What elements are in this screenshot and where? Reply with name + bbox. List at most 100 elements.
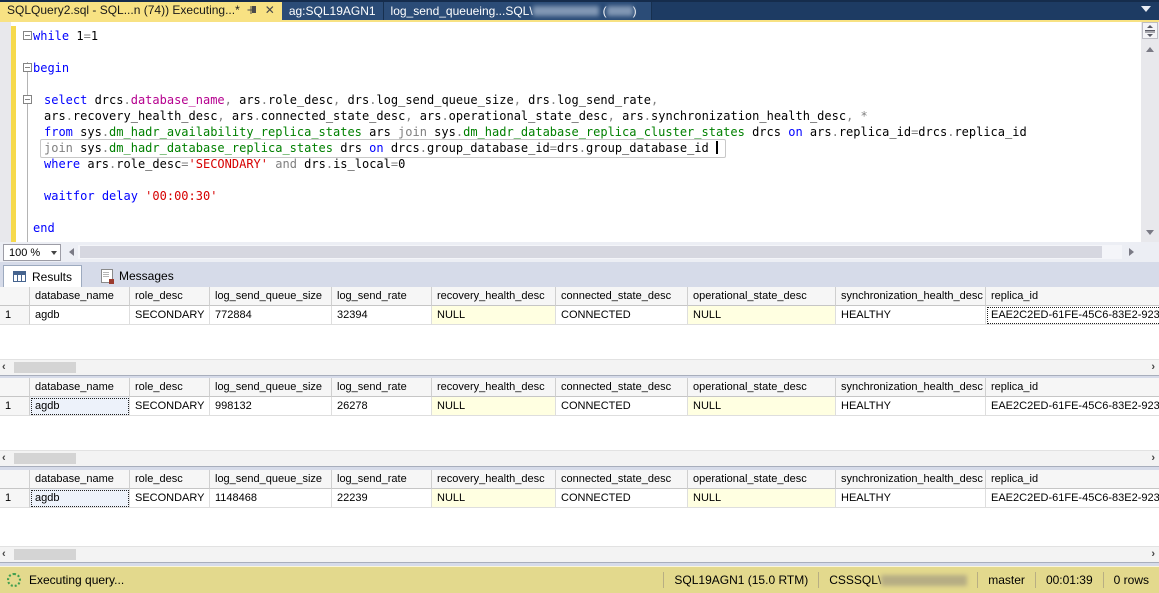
grid-cell-synchronization_health_desc[interactable]: HEALTHY <box>836 397 986 416</box>
column-header-log_send_rate[interactable]: log_send_rate <box>332 378 432 397</box>
grid-cell-replica_id[interactable]: EAE2C2ED-61FE-45C6-83E2-923535A4E34 <box>986 306 1159 325</box>
column-header-log_send_rate[interactable]: log_send_rate <box>332 470 432 489</box>
code-line[interactable]: while 1=1 <box>0 28 1153 44</box>
tab-ag-sql19agn1[interactable]: ag:SQL19AGN1 <box>281 2 384 20</box>
collapse-minus-icon[interactable] <box>23 95 32 104</box>
grid-cell-synchronization_health_desc[interactable]: HEALTHY <box>836 489 986 508</box>
tab-log-send-queueing[interactable]: log_send_queueing...SQL\ ( ) <box>383 2 652 20</box>
grid-cell-database_name[interactable]: agdb <box>30 489 130 508</box>
grid-cell-log_send_rate[interactable]: 32394 <box>332 306 432 325</box>
scroll-left-icon[interactable]: ‹ <box>2 453 6 464</box>
scrollbar-thumb[interactable] <box>80 246 1102 258</box>
row-number-cell[interactable]: 1 <box>0 397 30 416</box>
column-header-operational_state_desc[interactable]: operational_state_desc <box>688 378 836 397</box>
grid-cell-connected_state_desc[interactable]: CONNECTED <box>556 397 688 416</box>
pin-icon[interactable] <box>247 5 258 16</box>
column-header-connected_state_desc[interactable]: connected_state_desc <box>556 378 688 397</box>
grid-cell-log_send_queue_size[interactable]: 998132 <box>210 397 332 416</box>
tab-sqlquery2[interactable]: SQLQuery2.sql - SQL...n (74)) Executing.… <box>0 0 282 20</box>
code-line[interactable]: waitfor delay '00:00:30' <box>0 188 1159 204</box>
zoom-select[interactable]: 100 % <box>3 244 61 261</box>
grid-cell-log_send_queue_size[interactable]: 1148468 <box>210 489 332 508</box>
column-header-log_send_rate[interactable]: log_send_rate <box>332 287 432 306</box>
code-line[interactable] <box>0 76 1153 92</box>
scroll-left-icon[interactable]: ‹ <box>2 549 6 560</box>
column-header-replica_id[interactable]: replica_id <box>986 470 1159 489</box>
scrollbar-thumb[interactable] <box>14 549 76 560</box>
grid-cell-connected_state_desc[interactable]: CONNECTED <box>556 489 688 508</box>
sql-editor[interactable]: while 1=1 begin select drcs.database_name,… <box>0 22 1159 256</box>
code-line[interactable]: select drcs.database_name, ars.role_desc… <box>0 92 1159 108</box>
column-header-log_send_queue_size[interactable]: log_send_queue_size <box>210 378 332 397</box>
code-line[interactable]: end <box>0 220 1153 236</box>
column-header-role_desc[interactable]: role_desc <box>130 378 210 397</box>
grid-horizontal-scrollbar[interactable]: ‹ › <box>0 359 1159 375</box>
code-line[interactable]: ars.recovery_health_desc, ars.connected_… <box>0 108 1159 124</box>
scroll-right-icon[interactable]: › <box>1151 453 1155 464</box>
column-header-connected_state_desc[interactable]: connected_state_desc <box>556 470 688 489</box>
column-header-operational_state_desc[interactable]: operational_state_desc <box>688 470 836 489</box>
row-number-header[interactable] <box>0 470 30 489</box>
column-header-recovery_health_desc[interactable]: recovery_health_desc <box>432 470 556 489</box>
column-header-log_send_queue_size[interactable]: log_send_queue_size <box>210 287 332 306</box>
column-header-database_name[interactable]: database_name <box>30 470 130 489</box>
scroll-right-icon[interactable]: › <box>1151 549 1155 560</box>
row-number-header[interactable] <box>0 378 30 397</box>
column-header-log_send_queue_size[interactable]: log_send_queue_size <box>210 470 332 489</box>
grid-cell-log_send_rate[interactable]: 26278 <box>332 397 432 416</box>
row-number-header[interactable] <box>0 287 30 306</box>
tab-messages[interactable]: Messages <box>92 265 183 287</box>
grid-cell-recovery_health_desc[interactable]: NULL <box>432 397 556 416</box>
grid-cell-role_desc[interactable]: SECONDARY <box>130 489 210 508</box>
code-line[interactable]: begin <box>0 60 1153 76</box>
column-header-recovery_health_desc[interactable]: recovery_health_desc <box>432 378 556 397</box>
collapse-minus-icon[interactable] <box>23 63 32 72</box>
grid-cell-role_desc[interactable]: SECONDARY <box>130 306 210 325</box>
tab-results[interactable]: Results <box>3 265 83 287</box>
code-line[interactable]: from sys.dm_hadr_availability_replica_st… <box>0 124 1159 140</box>
scroll-down-icon[interactable] <box>1141 224 1159 240</box>
column-header-role_desc[interactable]: role_desc <box>130 470 210 489</box>
grid-horizontal-scrollbar[interactable]: ‹ › <box>0 546 1159 562</box>
editor-horizontal-scrollbar[interactable] <box>78 245 1122 259</box>
grid-cell-operational_state_desc[interactable]: NULL <box>688 397 836 416</box>
chevron-down-icon[interactable] <box>47 250 60 255</box>
grid-cell-recovery_health_desc[interactable]: NULL <box>432 489 556 508</box>
column-header-synchronization_health_desc[interactable]: synchronization_health_desc <box>836 287 986 306</box>
scroll-left-icon[interactable] <box>64 244 78 260</box>
tab-list-dropdown-icon[interactable] <box>1141 6 1151 12</box>
close-icon[interactable]: ✕ <box>265 4 275 16</box>
code-line[interactable] <box>0 204 1153 220</box>
grid-cell-connected_state_desc[interactable]: CONNECTED <box>556 306 688 325</box>
column-header-connected_state_desc[interactable]: connected_state_desc <box>556 287 688 306</box>
column-header-role_desc[interactable]: role_desc <box>130 287 210 306</box>
scroll-right-icon[interactable]: › <box>1151 362 1155 373</box>
column-header-database_name[interactable]: database_name <box>30 287 130 306</box>
grid-cell-recovery_health_desc[interactable]: NULL <box>432 306 556 325</box>
column-header-synchronization_health_desc[interactable]: synchronization_health_desc <box>836 378 986 397</box>
grid-cell-database_name[interactable]: agdb <box>30 397 130 416</box>
scroll-right-icon[interactable] <box>1124 244 1138 260</box>
scrollbar-thumb[interactable] <box>14 453 76 464</box>
column-header-replica_id[interactable]: replica_id <box>986 287 1159 306</box>
row-number-cell[interactable]: 1 <box>0 306 30 325</box>
grid-cell-synchronization_health_desc[interactable]: HEALTHY <box>836 306 986 325</box>
code-line[interactable] <box>0 44 1153 60</box>
grid-cell-operational_state_desc[interactable]: NULL <box>688 306 836 325</box>
row-number-cell[interactable]: 1 <box>0 489 30 508</box>
editor-vertical-scrollbar[interactable] <box>1141 22 1159 242</box>
column-header-operational_state_desc[interactable]: operational_state_desc <box>688 287 836 306</box>
grid-cell-role_desc[interactable]: SECONDARY <box>130 397 210 416</box>
column-header-replica_id[interactable]: replica_id <box>986 378 1159 397</box>
grid-cell-log_send_rate[interactable]: 22239 <box>332 489 432 508</box>
grid-cell-operational_state_desc[interactable]: NULL <box>688 489 836 508</box>
grid-cell-database_name[interactable]: agdb <box>30 306 130 325</box>
code-line[interactable]: where ars.role_desc='SECONDARY' and drs.… <box>0 156 1159 172</box>
grid-cell-log_send_queue_size[interactable]: 772884 <box>210 306 332 325</box>
column-header-synchronization_health_desc[interactable]: synchronization_health_desc <box>836 470 986 489</box>
scroll-up-icon[interactable] <box>1141 41 1159 57</box>
collapse-minus-icon[interactable] <box>23 31 32 40</box>
grid-horizontal-scrollbar[interactable]: ‹ › <box>0 450 1159 466</box>
code-line[interactable]: join sys.dm_hadr_database_replica_states… <box>0 140 1159 156</box>
code-line[interactable] <box>0 172 1159 188</box>
